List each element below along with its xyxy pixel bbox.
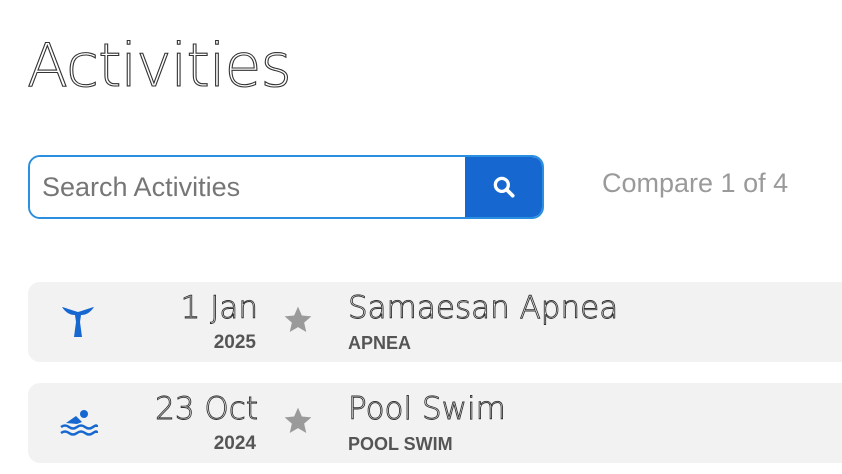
search-icon (493, 176, 515, 198)
swimmer-icon (58, 403, 98, 443)
search-button[interactable] (465, 157, 542, 217)
activity-row[interactable]: 23 Oct 2024 Pool Swim POOL SWIM (28, 383, 842, 463)
star-icon[interactable] (282, 304, 314, 336)
activity-date-year: 2024 (213, 433, 256, 454)
search-input[interactable] (30, 157, 465, 217)
activity-date-day: 23 Oct (155, 391, 259, 428)
activity-row[interactable]: 1 Jan 2025 Samaesan Apnea APNEA (28, 282, 842, 362)
page-title: Activities (26, 30, 292, 101)
activity-type: APNEA (348, 333, 412, 353)
activity-date-day: 1 Jan (180, 290, 258, 327)
activity-type: POOL SWIM (348, 434, 453, 454)
activity-name: Samaesan Apnea (348, 290, 619, 327)
star-icon[interactable] (282, 405, 314, 437)
search-box (28, 155, 544, 219)
activity-date-year: 2025 (213, 332, 256, 353)
compare-counter: Compare 1 of 4 (602, 168, 789, 198)
activity-name: Pool Swim (348, 391, 507, 428)
whale-tail-icon (58, 302, 98, 342)
